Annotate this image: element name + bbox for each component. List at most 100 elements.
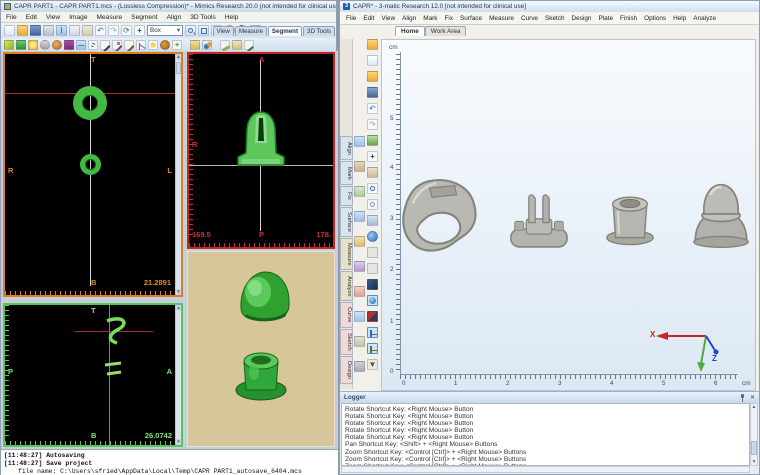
region-grow-icon[interactable] — [16, 39, 26, 50]
tab-measure[interactable]: Measure — [234, 26, 267, 36]
scroll-down-icon[interactable]: ▼ — [751, 459, 757, 465]
undo-icon[interactable]: ↶ — [367, 103, 378, 114]
update-3d-icon[interactable] — [220, 39, 231, 52]
import-part-icon[interactable] — [367, 39, 378, 50]
logger-title-bar[interactable]: Logger ✕ — [340, 392, 759, 403]
sketch-plane-icon[interactable] — [354, 311, 365, 322]
axial-scrollbar[interactable]: ▲ ▼ — [175, 54, 181, 295]
side-tab-sketch[interactable]: Sketch — [340, 329, 353, 355]
scroll-up-icon[interactable]: ▲ — [176, 54, 181, 60]
part-grommet[interactable] — [604, 188, 656, 248]
morphology-icon[interactable] — [28, 39, 38, 50]
tab-view[interactable]: View — [212, 26, 234, 36]
menu-measure[interactable]: Measure — [489, 15, 514, 22]
export-mask-icon[interactable] — [232, 39, 242, 50]
profile-line-icon[interactable] — [136, 39, 146, 50]
mask-ring-large[interactable] — [73, 86, 107, 120]
3d-part-dome-green[interactable] — [232, 268, 294, 324]
menu-3d-tools[interactable]: 3D Tools — [190, 14, 216, 21]
mask-ring-small[interactable] — [80, 154, 101, 175]
scroll-up-icon[interactable]: ▲ — [176, 305, 181, 311]
erase-pencil-icon[interactable] — [112, 39, 123, 53]
menu-edit[interactable]: Edit — [26, 14, 37, 21]
menu-file[interactable]: File — [346, 15, 356, 22]
local-threshold-pencil-icon[interactable] — [124, 39, 135, 53]
measure-distance-icon[interactable] — [354, 236, 365, 247]
screenshot-icon[interactable] — [367, 215, 378, 226]
side-tab-curve[interactable]: Curve — [340, 302, 353, 328]
logger-horizontal-scrollbar[interactable] — [341, 466, 750, 473]
create-curve-icon[interactable] — [354, 286, 365, 297]
clipping-view-icon[interactable] — [367, 311, 378, 322]
menu-help[interactable]: Help — [673, 15, 686, 22]
menu-plate[interactable]: Plate — [598, 15, 613, 22]
refresh-view-icon[interactable]: ⟳ — [121, 25, 132, 36]
menu-options[interactable]: Options — [644, 15, 666, 22]
save-file-icon[interactable] — [367, 87, 378, 98]
zoom-mode-dropdown[interactable]: Box ▾ — [147, 25, 183, 36]
logger-content[interactable]: Rotate Shortcut Key: <Right Mouse> Butto… — [341, 403, 750, 466]
menu-curve[interactable]: Curve — [521, 15, 538, 22]
smart-fill-icon[interactable] — [52, 39, 62, 50]
save-project-icon[interactable] — [30, 25, 41, 36]
annotate-icon[interactable] — [244, 39, 254, 52]
open-project-icon[interactable] — [17, 25, 28, 36]
print-icon[interactable] — [43, 25, 54, 36]
menu-help[interactable]: Help — [225, 14, 239, 21]
side-tab-fix[interactable]: Fix — [340, 186, 353, 206]
3d-part-grommet-green[interactable] — [234, 344, 290, 402]
side-tab-measure[interactable]: Measure — [340, 238, 353, 270]
corner-axis-icon[interactable] — [367, 327, 378, 338]
scroll-thumb[interactable] — [751, 441, 757, 455]
view-scene-icon[interactable] — [367, 135, 378, 146]
side-tab-design[interactable]: Design — [340, 356, 353, 384]
menu-view[interactable]: View — [46, 14, 60, 21]
open-file-icon[interactable] — [367, 71, 378, 82]
side-tab-mark[interactable]: Mark — [340, 161, 353, 185]
menu-edit[interactable]: Edit — [363, 15, 374, 22]
close-icon[interactable]: ✕ — [750, 394, 755, 401]
paste-icon[interactable] — [82, 25, 93, 36]
menu-file[interactable]: File — [6, 14, 17, 21]
menu-finish[interactable]: Finish — [620, 15, 637, 22]
scroll-up-icon[interactable]: ▲ — [751, 404, 757, 410]
rotate-tool-icon[interactable] — [354, 186, 365, 197]
tab-segment[interactable]: Segment — [267, 26, 303, 36]
redo-icon[interactable]: ↷ — [108, 25, 119, 36]
tmatic-title-bar[interactable]: 3 CAPR* - 3-matic Research 12.0 [not int… — [340, 1, 759, 12]
zoom-box-icon[interactable] — [198, 25, 209, 36]
seed-point-icon[interactable] — [148, 39, 158, 50]
more-view-tools-icon[interactable]: ▼ — [367, 359, 378, 370]
part-clip[interactable] — [507, 192, 571, 252]
analyze-tool-icon[interactable] — [354, 261, 365, 272]
translate-tool-icon[interactable] — [354, 161, 365, 172]
import-images-icon[interactable]: I — [56, 25, 67, 36]
world-view-icon[interactable] — [367, 231, 378, 242]
multiple-slice-edit-icon[interactable] — [76, 39, 86, 50]
copy-icon[interactable] — [69, 25, 80, 36]
sagittal-mask-contour[interactable] — [97, 313, 133, 387]
mimics-3d-viewport[interactable] — [187, 251, 335, 447]
menu-view[interactable]: View — [381, 15, 395, 22]
menu-align[interactable]: Align — [402, 15, 416, 22]
zoom-in-icon[interactable] — [185, 25, 196, 36]
align-global-icon[interactable] — [354, 136, 365, 147]
zoom-in-icon[interactable] — [367, 183, 378, 194]
redo-icon[interactable]: ↷ — [367, 119, 378, 130]
scroll-down-icon[interactable]: ▼ — [176, 289, 181, 295]
draw-pencil-icon[interactable] — [100, 39, 111, 53]
new-file-icon[interactable] — [367, 55, 378, 66]
sagittal-viewport[interactable]: T P A B 26.0742 ▲ ▼ — [3, 303, 183, 447]
shaded-view-icon[interactable] — [367, 279, 378, 290]
scroll-down-icon[interactable]: ▼ — [176, 439, 181, 445]
scroll-thumb[interactable] — [176, 62, 181, 74]
rotate-view-icon[interactable] — [367, 167, 378, 178]
side-tab-align[interactable]: Align — [340, 136, 353, 160]
threshold-icon[interactable] — [4, 39, 14, 50]
boolean-operations-icon[interactable] — [202, 39, 212, 50]
menu-segment[interactable]: Segment — [131, 14, 157, 21]
menu-analyze[interactable]: Analyze — [693, 15, 716, 22]
pin-icon[interactable] — [739, 394, 746, 402]
undo-icon[interactable]: ↶ — [95, 25, 106, 36]
side-tab-analyze[interactable]: Analyze — [340, 271, 353, 301]
